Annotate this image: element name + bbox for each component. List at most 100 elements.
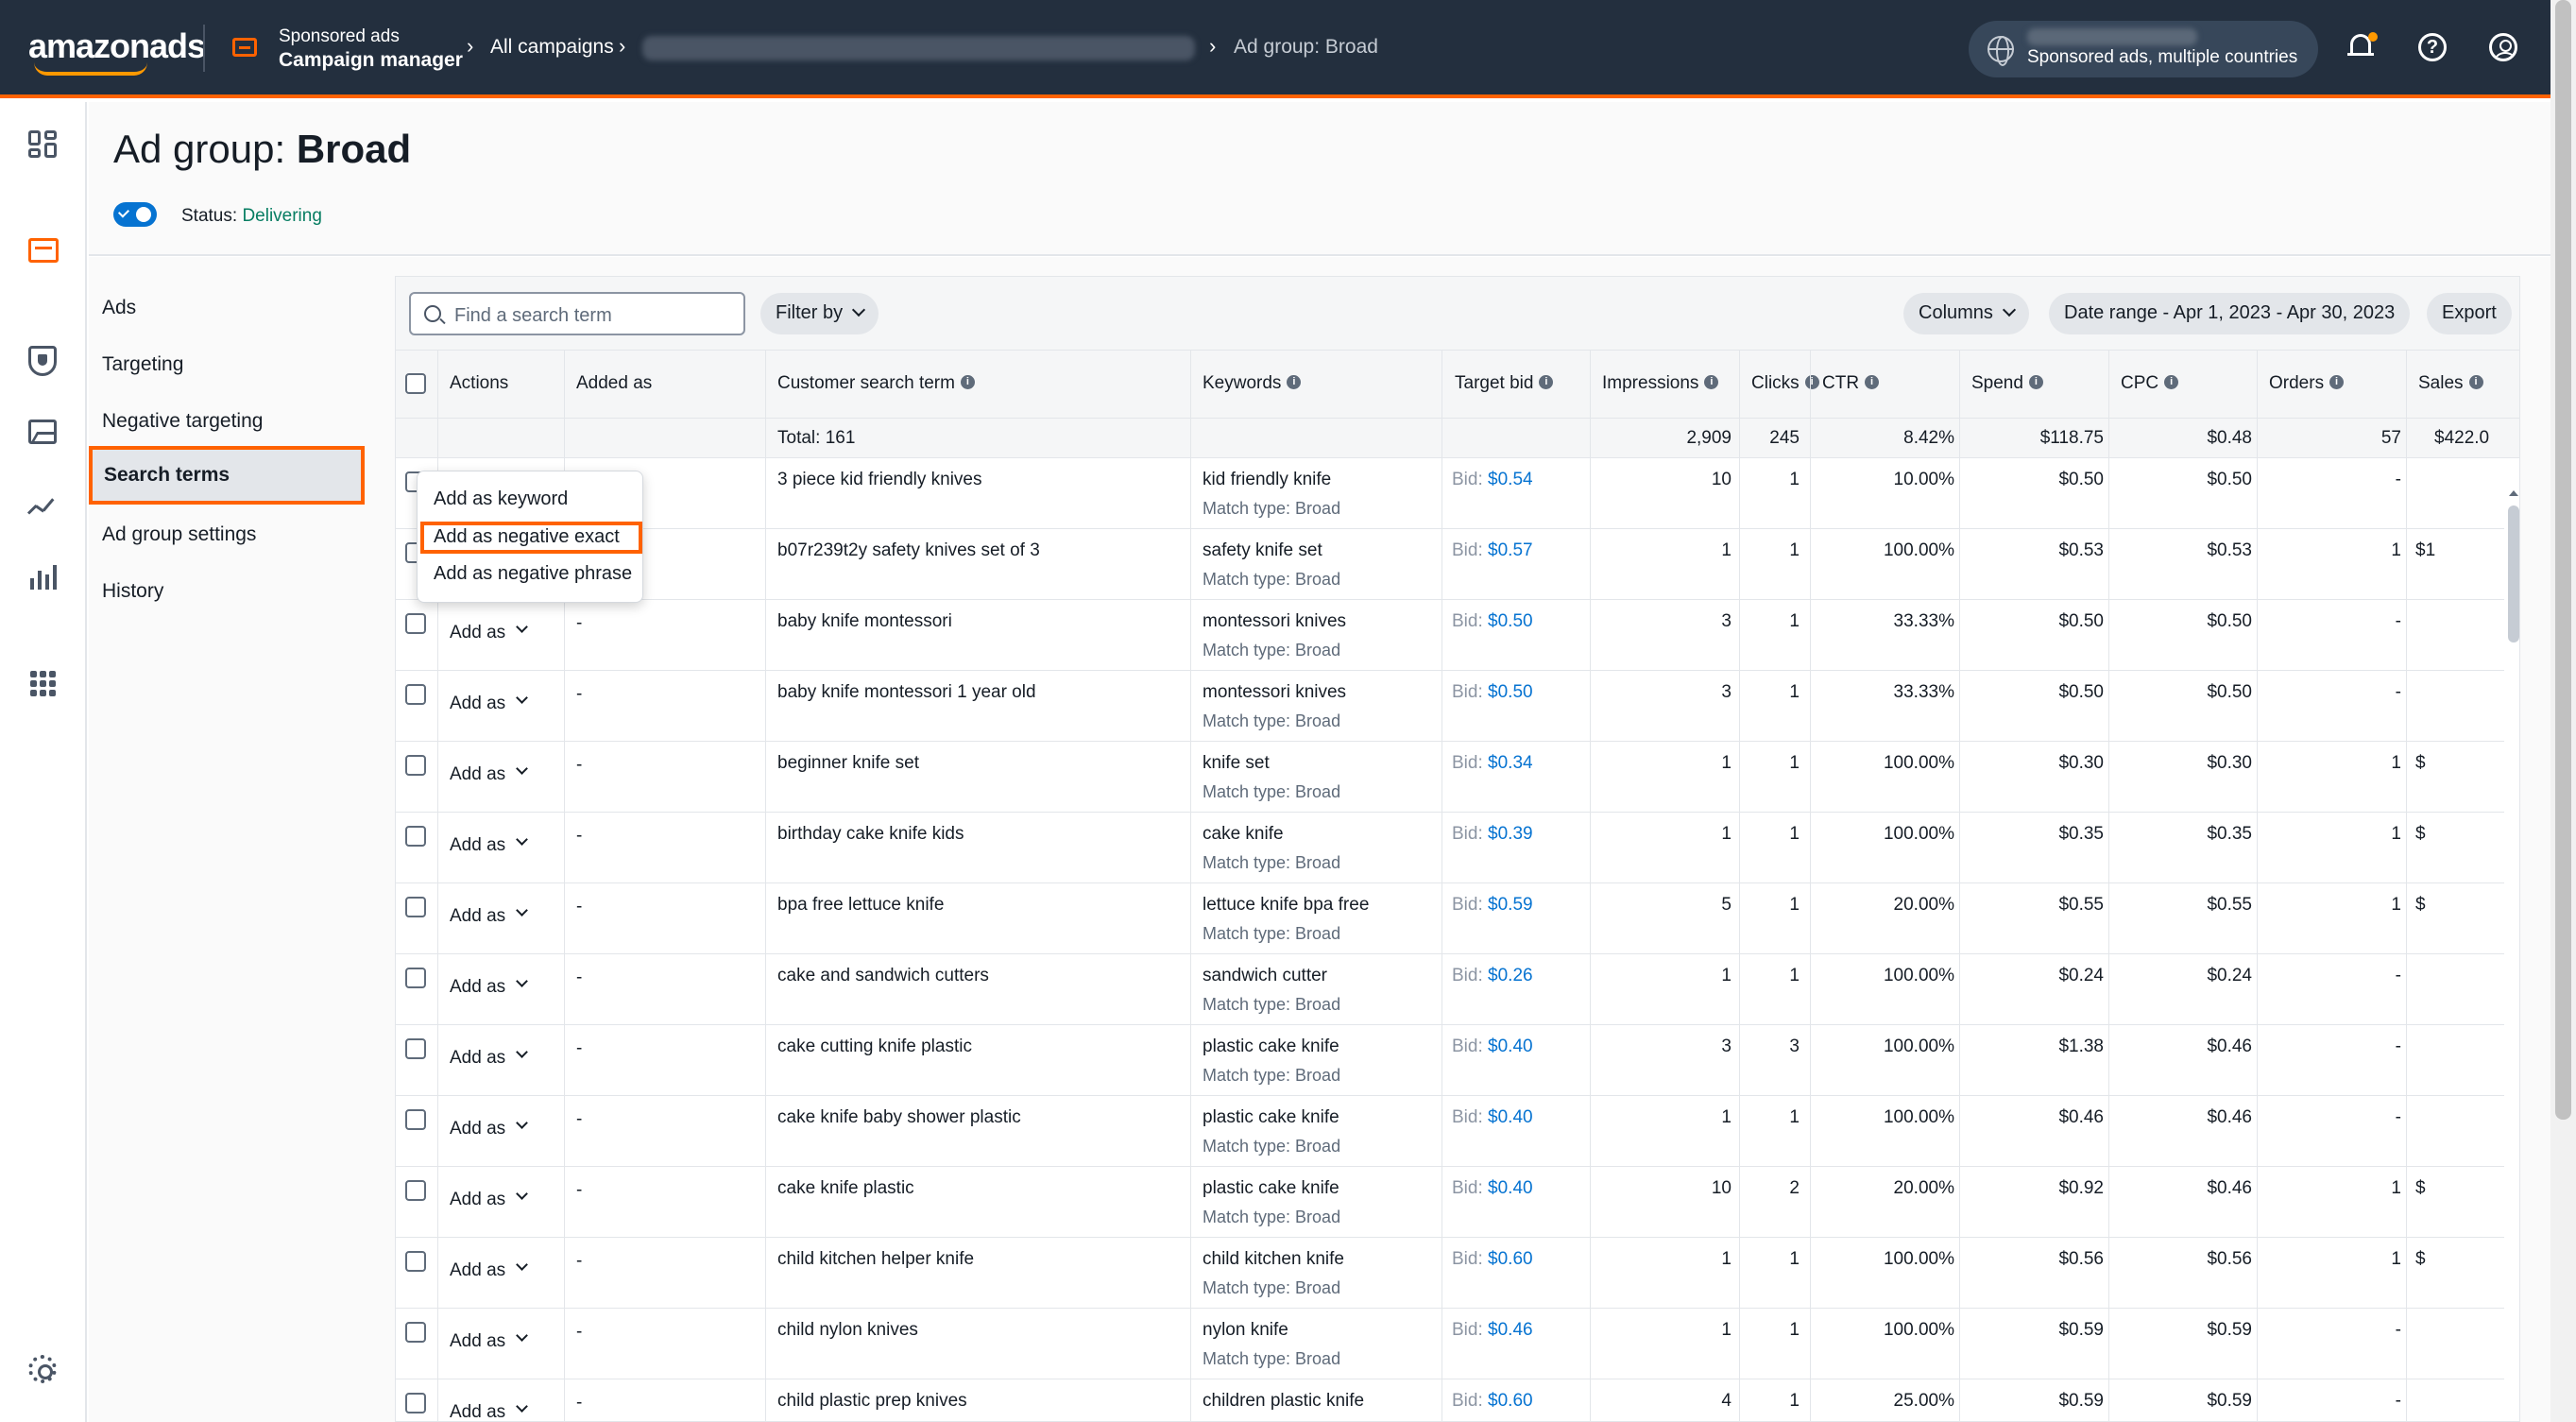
- product-title[interactable]: Campaign manager: [279, 49, 463, 72]
- bid-value[interactable]: $0.59: [1488, 895, 1533, 915]
- bid-value[interactable]: $0.57: [1488, 540, 1533, 560]
- chevron-down-icon[interactable]: [516, 762, 528, 775]
- bid-value[interactable]: $0.26: [1488, 966, 1533, 985]
- menu-item-add-negative-exact[interactable]: Add as negative exact: [434, 526, 620, 548]
- subnav-item-ads[interactable]: Ads: [102, 297, 136, 319]
- info-icon[interactable]: i: [1804, 375, 1819, 390]
- info-icon[interactable]: i: [1704, 375, 1719, 390]
- chevron-down-icon[interactable]: [516, 1046, 528, 1058]
- row-checkbox[interactable]: [405, 1251, 426, 1272]
- header-sales[interactable]: Sales i: [2418, 373, 2483, 394]
- trend-chart-icon[interactable]: [26, 491, 59, 520]
- filter-by-button[interactable]: Filter by: [760, 293, 879, 334]
- subnav-item-negative-targeting[interactable]: Negative targeting: [102, 410, 263, 433]
- add-as-dropdown[interactable]: Add as: [450, 1048, 505, 1069]
- notifications-bell-icon[interactable]: [2347, 32, 2378, 62]
- info-icon[interactable]: i: [1287, 375, 1302, 390]
- menu-item-add-keyword[interactable]: Add as keyword: [434, 488, 568, 510]
- add-as-dropdown[interactable]: Add as: [450, 1402, 505, 1421]
- info-icon[interactable]: i: [2329, 375, 2345, 390]
- add-as-dropdown[interactable]: Add as: [450, 1190, 505, 1210]
- subnav-item-targeting[interactable]: Targeting: [102, 353, 183, 376]
- header-target-bid[interactable]: Target bid i: [1455, 373, 1554, 394]
- creative-assets-icon[interactable]: [28, 420, 57, 444]
- chevron-down-icon[interactable]: [516, 904, 528, 917]
- header-spend[interactable]: Spend i: [1971, 373, 2043, 394]
- row-checkbox[interactable]: [405, 1180, 426, 1201]
- info-icon[interactable]: i: [2028, 375, 2043, 390]
- dashboard-icon[interactable]: [28, 130, 59, 159]
- header-impressions[interactable]: Impressions i: [1602, 373, 1719, 394]
- bid-value[interactable]: $0.34: [1488, 753, 1533, 773]
- bid-value[interactable]: $0.46: [1488, 1320, 1533, 1340]
- subnav-item-history[interactable]: History: [102, 580, 163, 603]
- bid-value[interactable]: $0.54: [1488, 470, 1533, 489]
- columns-button[interactable]: Columns: [1903, 293, 2029, 334]
- info-icon[interactable]: i: [2468, 375, 2483, 390]
- subnav-item-ad-group-settings[interactable]: Ad group settings: [102, 523, 256, 546]
- chevron-down-icon[interactable]: [516, 692, 528, 704]
- breadcrumb-campaign-redacted[interactable]: [642, 36, 1195, 60]
- bid-value[interactable]: $0.50: [1488, 611, 1533, 631]
- chevron-down-icon[interactable]: [516, 1188, 528, 1200]
- row-checkbox[interactable]: [405, 1322, 426, 1343]
- apps-grid-icon[interactable]: [28, 669, 59, 697]
- chevron-down-icon[interactable]: [516, 1117, 528, 1129]
- help-icon[interactable]: ?: [2418, 33, 2447, 61]
- header-ctr[interactable]: CTR i: [1822, 373, 1880, 394]
- brand-protection-icon[interactable]: [28, 346, 57, 376]
- select-all-checkbox[interactable]: [405, 373, 426, 394]
- add-as-dropdown[interactable]: Add as: [450, 906, 505, 927]
- info-icon[interactable]: i: [2164, 375, 2179, 390]
- header-clicks[interactable]: Clicks i: [1751, 373, 1819, 394]
- row-checkbox[interactable]: [405, 968, 426, 988]
- header-cpc[interactable]: CPC i: [2121, 373, 2179, 394]
- row-checkbox[interactable]: [405, 613, 426, 634]
- add-as-dropdown[interactable]: Add as: [450, 835, 505, 856]
- row-checkbox[interactable]: [405, 826, 426, 847]
- chevron-down-icon[interactable]: [516, 975, 528, 987]
- header-orders[interactable]: Orders i: [2269, 373, 2345, 394]
- info-icon[interactable]: i: [960, 375, 975, 390]
- bid-value[interactable]: $0.60: [1488, 1249, 1533, 1269]
- ad-group-status-toggle[interactable]: [113, 202, 157, 227]
- subnav-item-search-terms[interactable]: Search terms: [89, 446, 365, 505]
- bid-value[interactable]: $0.60: [1488, 1391, 1533, 1411]
- table-scrollbar-thumb[interactable]: [2508, 505, 2519, 642]
- chevron-down-icon[interactable]: [516, 1259, 528, 1271]
- settings-gear-icon[interactable]: [28, 1355, 57, 1383]
- chevron-down-icon[interactable]: [516, 1400, 528, 1413]
- account-selector[interactable]: Sponsored ads, multiple countries: [1969, 21, 2318, 77]
- search-input[interactable]: Find a search term: [409, 292, 745, 335]
- header-customer-search-term[interactable]: Customer search term i: [777, 373, 975, 394]
- breadcrumb-all-campaigns[interactable]: All campaigns: [490, 36, 614, 59]
- chevron-down-icon[interactable]: [516, 833, 528, 846]
- menu-item-add-negative-phrase[interactable]: Add as negative phrase: [434, 563, 632, 585]
- user-account-icon[interactable]: [2489, 33, 2517, 61]
- info-icon[interactable]: i: [1865, 375, 1880, 390]
- row-checkbox[interactable]: [405, 1038, 426, 1059]
- info-icon[interactable]: i: [1539, 375, 1554, 390]
- page-scrollbar-thumb[interactable]: [2555, 0, 2571, 1120]
- chevron-down-icon[interactable]: [516, 621, 528, 633]
- campaigns-icon[interactable]: [28, 238, 59, 263]
- bid-value[interactable]: $0.40: [1488, 1037, 1533, 1056]
- add-as-dropdown[interactable]: Add as: [450, 1260, 505, 1281]
- export-button[interactable]: Export: [2427, 293, 2512, 334]
- row-checkbox[interactable]: [405, 755, 426, 776]
- bid-value[interactable]: $0.40: [1488, 1178, 1533, 1198]
- chevron-down-icon[interactable]: [516, 1329, 528, 1342]
- amazon-ads-logo[interactable]: amazonads: [28, 26, 206, 66]
- add-as-dropdown[interactable]: Add as: [450, 694, 505, 714]
- add-as-dropdown[interactable]: Add as: [450, 1119, 505, 1139]
- row-checkbox[interactable]: [405, 684, 426, 705]
- scroll-up-arrow-icon[interactable]: [2509, 490, 2518, 496]
- add-as-dropdown[interactable]: Add as: [450, 1331, 505, 1352]
- header-keywords[interactable]: Keywords i: [1203, 373, 1302, 394]
- bid-value[interactable]: $0.39: [1488, 824, 1533, 844]
- reports-icon[interactable]: [28, 561, 59, 590]
- row-checkbox[interactable]: [405, 897, 426, 917]
- header-added-as[interactable]: Added as: [576, 373, 652, 394]
- bid-value[interactable]: $0.50: [1488, 682, 1533, 702]
- add-as-dropdown[interactable]: Add as: [450, 623, 505, 643]
